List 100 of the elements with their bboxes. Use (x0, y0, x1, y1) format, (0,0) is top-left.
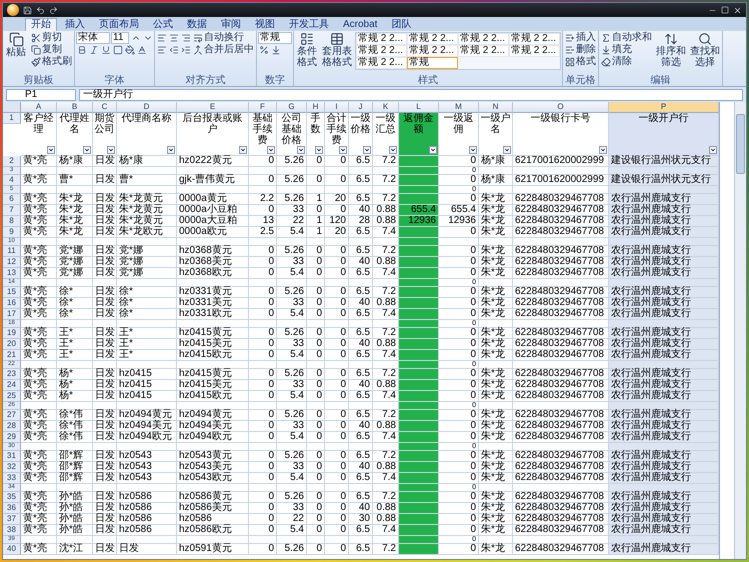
italic-icon[interactable] (88, 45, 98, 55)
row-number[interactable]: 21 (3, 350, 21, 361)
row-number[interactable]: 19 (3, 328, 21, 339)
filter-dropdown-icon[interactable] (107, 146, 115, 154)
column-header[interactable]: P (609, 102, 719, 113)
redo-icon[interactable] (49, 6, 58, 14)
delete-button[interactable]: 删除 (564, 44, 597, 56)
autosum-button[interactable]: 自动求和 (600, 32, 653, 44)
name-box[interactable]: P1 (6, 88, 76, 100)
row-number[interactable]: 36 (3, 503, 21, 514)
merge-center-button[interactable]: 合并后居中 (192, 44, 255, 56)
filter-dropdown-icon[interactable] (709, 146, 717, 154)
copy-button[interactable]: 复制 (30, 44, 73, 56)
cell-style-item[interactable]: 常规 2 2... (509, 33, 560, 45)
filter-dropdown-icon[interactable] (339, 146, 347, 154)
row-number[interactable]: 8 (3, 216, 21, 227)
column-header[interactable]: M (439, 102, 479, 113)
row-number[interactable]: 12 (3, 257, 21, 268)
row-number[interactable]: 32 (3, 462, 21, 473)
insert-button[interactable]: 插入 (564, 32, 597, 44)
column-header[interactable]: E (177, 102, 249, 113)
formula-field[interactable]: 一级开户行 (79, 88, 743, 100)
filter-dropdown-icon[interactable] (429, 146, 437, 154)
row-number[interactable]: 17 (3, 309, 21, 320)
cell-style-item[interactable]: 常规 2 2... (356, 45, 407, 57)
row-number[interactable]: 4 (3, 175, 21, 186)
row-number[interactable]: 15 (3, 287, 21, 298)
row-number[interactable]: 7 (3, 205, 21, 216)
filter-dropdown-icon[interactable] (389, 146, 397, 154)
undo-icon[interactable] (36, 6, 45, 14)
underline-icon[interactable] (100, 45, 110, 55)
row-number[interactable]: 28 (3, 421, 21, 432)
filter-dropdown-icon[interactable] (469, 146, 477, 154)
column-header[interactable]: K (373, 102, 399, 113)
column-header[interactable]: A (21, 102, 57, 113)
save-icon[interactable] (23, 6, 32, 14)
row-number[interactable]: 38 (3, 525, 21, 536)
ribbon-tab[interactable]: 插入 (59, 18, 91, 31)
ribbon-tab[interactable]: 视图 (249, 18, 281, 31)
filter-dropdown-icon[interactable] (239, 146, 247, 154)
align-left-icon[interactable] (156, 45, 166, 55)
ribbon-tab[interactable]: 开始 (25, 18, 57, 31)
ribbon-tab[interactable]: 公式 (147, 18, 179, 31)
row-number[interactable]: 9 (3, 227, 21, 238)
row-number[interactable]: 20 (3, 339, 21, 350)
ribbon-tab[interactable]: 审阅 (215, 18, 247, 31)
row-number[interactable]: 35 (3, 492, 21, 503)
cell-style-item[interactable]: 常规 2 2... (458, 45, 509, 57)
ribbon-tab[interactable]: Acrobat (337, 18, 384, 31)
row-number[interactable]: 25 (3, 391, 21, 402)
office-button-icon[interactable] (7, 4, 19, 16)
row-number[interactable]: 27 (3, 410, 21, 421)
filter-dropdown-icon[interactable] (503, 146, 511, 154)
column-header[interactable]: D (117, 102, 177, 113)
cut-button[interactable]: 剪切 (30, 32, 73, 44)
filter-dropdown-icon[interactable] (315, 146, 323, 154)
row-number[interactable]: 2 (3, 156, 21, 167)
fill-button[interactable]: 填充 (600, 44, 653, 56)
format-button[interactable]: 格式 (564, 56, 597, 68)
row-number[interactable]: 29 (3, 432, 21, 443)
row-number[interactable]: 13 (3, 268, 21, 279)
format-painter-button[interactable]: 格式刷 (30, 56, 73, 68)
fill-color-icon[interactable] (124, 45, 134, 55)
cell-style-item[interactable]: 常规 2 2... (407, 33, 458, 45)
row-number[interactable]: 37 (3, 514, 21, 525)
font-name-field[interactable]: 宋体 (76, 32, 110, 44)
sort-filter-button[interactable]: 排序和筛选 (655, 32, 687, 68)
cell-style-item[interactable]: 常规 2 2... (509, 45, 560, 57)
column-header[interactable]: L (399, 102, 439, 113)
maximize-icon[interactable] (721, 6, 729, 14)
filter-dropdown-icon[interactable] (267, 146, 275, 154)
outdent-icon[interactable] (168, 45, 178, 55)
find-select-button[interactable]: 查找和选择 (689, 32, 721, 68)
bold-icon[interactable] (76, 45, 86, 55)
ribbon-tab[interactable]: 开发工具 (283, 18, 335, 31)
font-color-icon[interactable] (136, 45, 146, 55)
wrap-text-button[interactable]: 自动换行 (192, 32, 245, 44)
cell-style-item[interactable]: 常规 2 2... (407, 45, 458, 57)
row-number[interactable]: 11 (3, 246, 21, 257)
row-number[interactable]: 1 (3, 113, 21, 124)
row-number[interactable]: 6 (3, 194, 21, 205)
row-number[interactable]: 16 (3, 298, 21, 309)
column-header[interactable]: I (325, 102, 349, 113)
filter-dropdown-icon[interactable] (47, 146, 55, 154)
filter-dropdown-icon[interactable] (599, 146, 607, 154)
vertical-scrollbar[interactable] (734, 102, 746, 559)
row-number[interactable]: 24 (3, 380, 21, 391)
ribbon-tab[interactable]: 数据 (181, 18, 213, 31)
column-header[interactable]: G (277, 102, 307, 113)
ribbon-tab[interactable]: 团队 (385, 18, 418, 31)
row-number[interactable]: 23 (3, 369, 21, 380)
column-header[interactable]: F (249, 102, 277, 113)
number-format-field[interactable]: 常规 (258, 32, 292, 44)
paste-button[interactable]: 粘贴 (4, 32, 28, 58)
conditional-format-button[interactable]: 条件格式 (295, 32, 319, 68)
column-header[interactable]: J (349, 102, 373, 113)
border-icon[interactable] (112, 45, 122, 55)
row-number[interactable]: 31 (3, 451, 21, 462)
column-header[interactable]: N (479, 102, 513, 113)
clear-button[interactable]: 清除 (600, 56, 653, 68)
